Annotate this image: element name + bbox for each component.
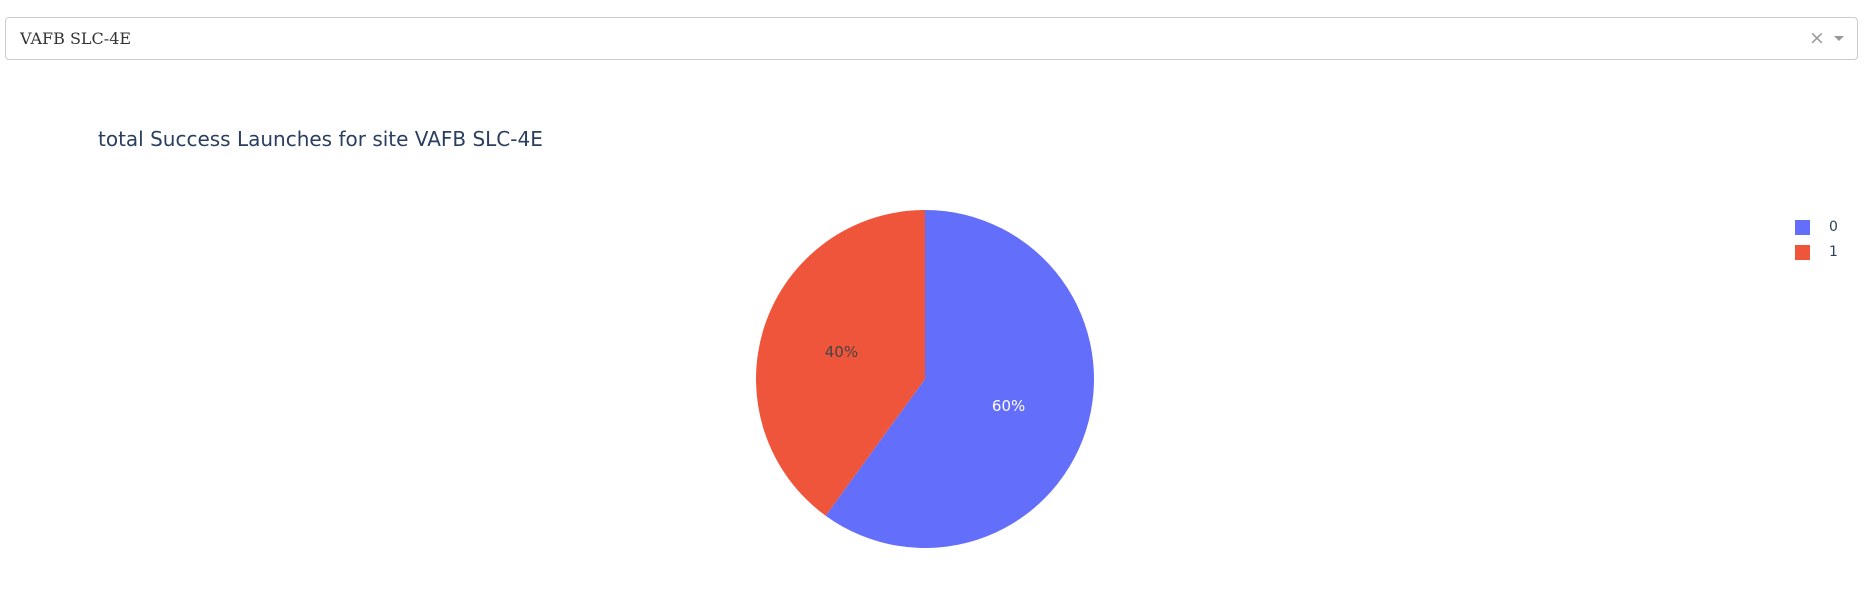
legend-label-1: 1 [1829,244,1838,260]
legend-swatch-0 [1795,220,1810,235]
legend-swatch-1 [1795,245,1810,260]
pie-chart: 60% 40% [756,210,1094,548]
pie-slice-label-1: 40% [825,343,858,361]
pie-slice-label-0: 60% [992,397,1025,415]
legend-label-0: 0 [1829,219,1838,235]
